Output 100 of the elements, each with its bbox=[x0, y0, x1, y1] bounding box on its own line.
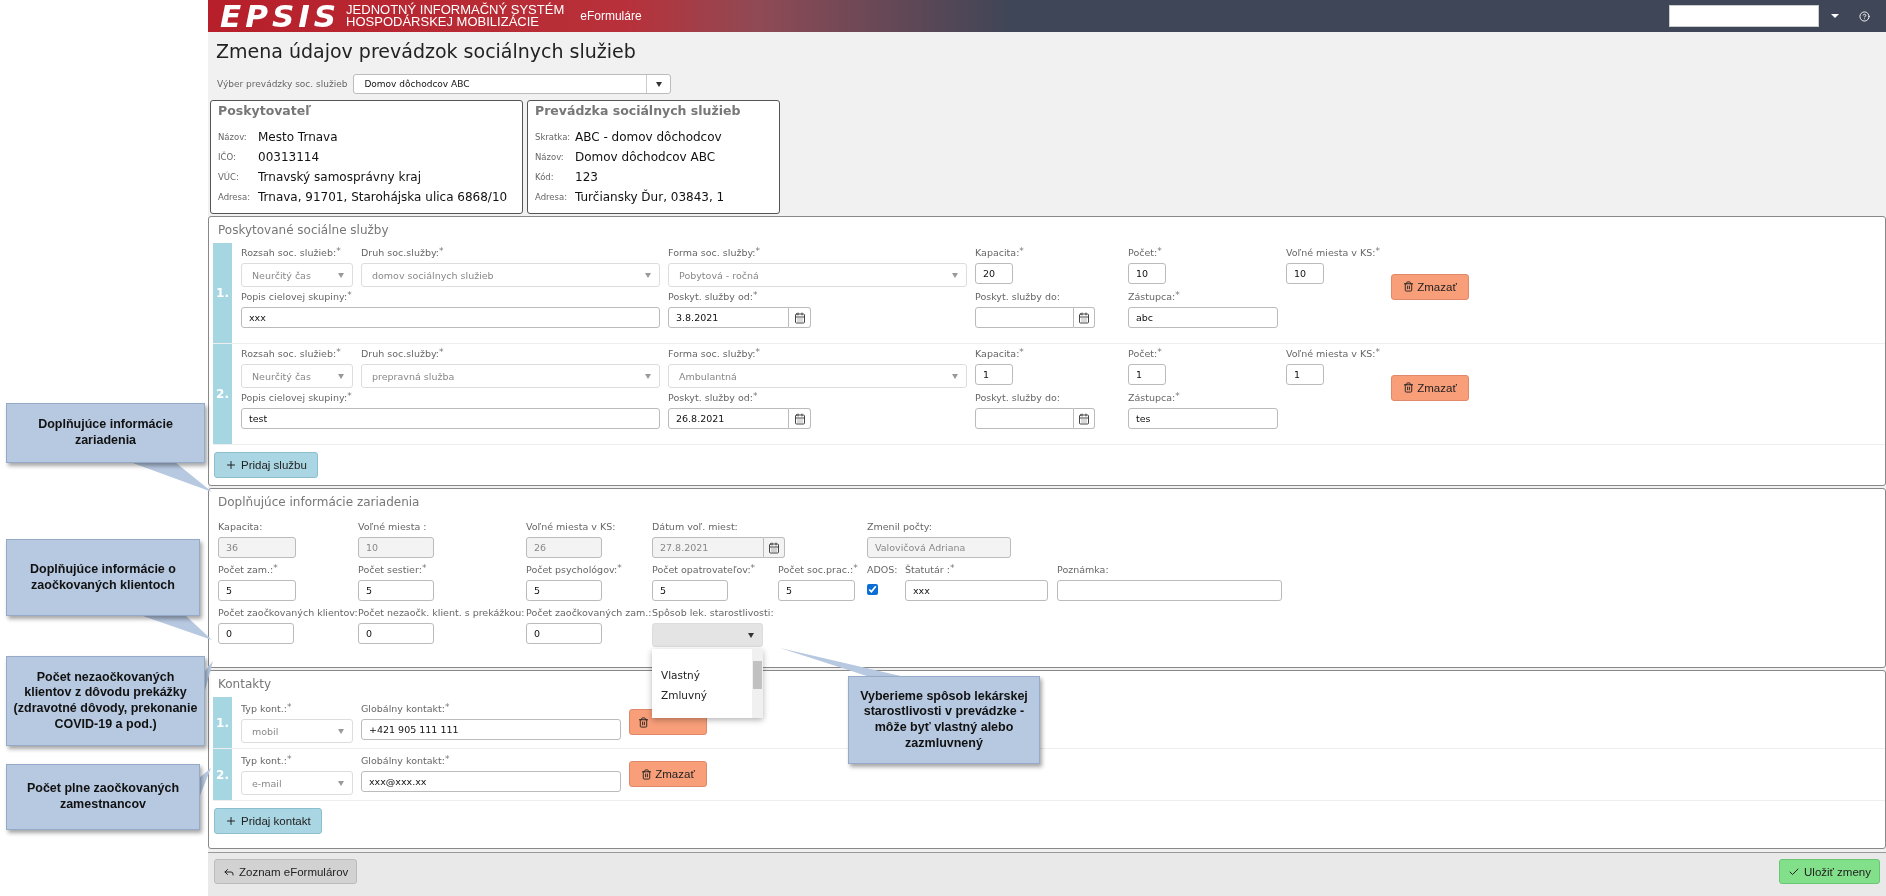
date-field[interactable]: 26.8.2021 bbox=[668, 408, 790, 429]
calendar-icon bbox=[1078, 311, 1090, 324]
field-label: IČO: bbox=[218, 152, 237, 162]
text-field[interactable]: 5 bbox=[358, 580, 434, 601]
caret-icon bbox=[952, 373, 958, 379]
help-icon[interactable] bbox=[1859, 10, 1870, 22]
calendar-button[interactable] bbox=[789, 307, 811, 328]
field-label: Počet zaočkovaných klientov: bbox=[218, 606, 358, 620]
caret-icon bbox=[645, 272, 651, 278]
text-field[interactable]: 0 bbox=[526, 623, 602, 644]
field-label: Dátum voľ. miest: bbox=[652, 520, 738, 534]
page-title: Zmena údajov prevádzok sociálnych služieb bbox=[215, 39, 637, 64]
checkbox[interactable] bbox=[867, 584, 878, 595]
text-field[interactable]: xxx bbox=[241, 307, 660, 328]
text-field[interactable]: test bbox=[241, 408, 660, 429]
text-field[interactable]: abc bbox=[1128, 307, 1278, 328]
delete-button[interactable]: Zmazať bbox=[1391, 374, 1469, 401]
delete-button[interactable]: Zmazať bbox=[629, 761, 707, 787]
calendar-icon bbox=[1078, 412, 1090, 425]
text-field[interactable]: 10 bbox=[1128, 263, 1166, 284]
section-title: Kontakty bbox=[217, 676, 272, 693]
field-label: ADOS: bbox=[867, 563, 898, 577]
field-label: Adresa: bbox=[218, 192, 252, 202]
text-field[interactable]: 20 bbox=[975, 263, 1013, 284]
row-number: 1. bbox=[213, 697, 232, 748]
field-value: Domov dôchodcov ABC bbox=[575, 150, 716, 164]
dropdown-option[interactable]: Zmluvný bbox=[652, 685, 717, 705]
text-field[interactable]: xxx bbox=[905, 580, 1048, 601]
date-field[interactable] bbox=[975, 408, 1075, 429]
caret-icon bbox=[952, 272, 958, 278]
field-value: 123 bbox=[575, 170, 598, 184]
caret-icon[interactable] bbox=[1831, 14, 1839, 18]
card-title: Prevádzka sociálnych služieb bbox=[535, 103, 742, 120]
caret-icon bbox=[655, 81, 662, 87]
text-field[interactable]: 1 bbox=[1128, 364, 1166, 385]
calendar-icon bbox=[767, 541, 780, 554]
trash-icon bbox=[1403, 281, 1415, 292]
caret-icon bbox=[748, 632, 754, 638]
field-label: Názov: bbox=[535, 152, 565, 162]
section-title: Doplňujúce informácie zariadenia bbox=[217, 494, 420, 511]
text-field[interactable]: 0 bbox=[218, 623, 294, 644]
plus-icon bbox=[225, 815, 237, 827]
text-field[interactable]: 5 bbox=[526, 580, 602, 601]
back-button[interactable]: Zoznam eFormulárov bbox=[214, 859, 358, 884]
date-field[interactable] bbox=[975, 307, 1075, 328]
field-value: Trnavský samosprávny kraj bbox=[258, 170, 422, 184]
caret-icon bbox=[338, 780, 344, 786]
field-label: Výber prevádzky soc. služieb bbox=[217, 79, 348, 89]
calendar-button[interactable] bbox=[1074, 408, 1095, 429]
text-field[interactable]: +421 905 111 111 bbox=[361, 719, 621, 740]
plus-icon bbox=[225, 459, 237, 471]
caret-icon bbox=[338, 373, 344, 379]
field-label: Názov: bbox=[218, 132, 248, 142]
field-label: Kód: bbox=[535, 172, 555, 182]
text-field[interactable]: 1 bbox=[975, 364, 1013, 385]
dropdown[interactable]: Domov dôchodcov ABC bbox=[353, 74, 672, 94]
save-button[interactable]: Uložiť zmeny bbox=[1779, 859, 1880, 884]
field-label: Adresa: bbox=[535, 192, 569, 202]
field-label: Počet zaočkovaných zam.: bbox=[526, 606, 652, 620]
search-field[interactable] bbox=[1669, 5, 1819, 27]
field-label: Poskyt. služby do: bbox=[975, 290, 1060, 304]
text-field[interactable] bbox=[1057, 580, 1282, 601]
delete-button[interactable]: Zmazať bbox=[1391, 273, 1469, 300]
calendar-icon bbox=[793, 311, 806, 324]
calendar-icon bbox=[793, 412, 806, 425]
field-label: Zmenil počty: bbox=[867, 520, 932, 534]
text-field[interactable]: 0 bbox=[358, 623, 434, 644]
date-field[interactable]: 3.8.2021 bbox=[668, 307, 790, 328]
field-value: Mesto Trnava bbox=[258, 130, 338, 144]
system-name: JEDNOTNÝ INFORMAČNÝ SYSTÉM HOSPODÁRSKEJ MOBILIZÁCIE bbox=[346, 4, 565, 28]
text-field[interactable]: tes bbox=[1128, 408, 1278, 429]
field-label: Počet nezaočk. klient. s prekážkou: bbox=[358, 606, 525, 620]
field-label: Spôsob lek. starostlivosti: bbox=[652, 606, 774, 620]
text-field[interactable]: 10 bbox=[1286, 263, 1324, 284]
callout: Počet nezaočkovaných klientov z dôvodu prekážky (zdravotné dôvody, prekonanie COVID-19 a pod.) bbox=[6, 656, 205, 746]
field-label: Kapacita: bbox=[218, 520, 263, 534]
add-service-button[interactable]: Pridaj službu bbox=[214, 452, 318, 478]
text-field[interactable]: 5 bbox=[652, 580, 728, 601]
row-number: 1. bbox=[213, 243, 232, 343]
field-label: Voľné miesta : bbox=[358, 520, 427, 534]
nav-link[interactable]: eFormuláre bbox=[580, 9, 642, 23]
field-value: Trnava, 91701, Starohájska ulica 6868/10 bbox=[258, 190, 508, 204]
trash-icon bbox=[1403, 382, 1415, 393]
dropdown-option[interactable]: Vlastný bbox=[652, 665, 709, 685]
card-title: Poskytovateľ bbox=[218, 103, 313, 120]
calendar-button[interactable] bbox=[1074, 307, 1095, 328]
scrollbar[interactable] bbox=[752, 649, 763, 718]
caret-icon bbox=[338, 272, 344, 278]
field-label: VÚC: bbox=[218, 172, 240, 182]
text-field[interactable]: 1 bbox=[1286, 364, 1324, 385]
field-value: ABC - domov dôchodcov bbox=[575, 130, 722, 144]
calendar-button[interactable] bbox=[789, 408, 811, 429]
add-contact-button[interactable]: Pridaj kontakt bbox=[214, 808, 322, 834]
field-label: Skratka: bbox=[535, 132, 572, 142]
text-field[interactable]: 5 bbox=[218, 580, 296, 601]
callout: Počet plne zaočkovaných zamestnancov bbox=[6, 764, 200, 830]
text-field[interactable]: xxx@xxx.xx bbox=[361, 771, 621, 792]
trash-icon bbox=[638, 716, 649, 728]
calendar-button[interactable] bbox=[763, 537, 785, 558]
text-field[interactable]: 5 bbox=[778, 580, 855, 601]
